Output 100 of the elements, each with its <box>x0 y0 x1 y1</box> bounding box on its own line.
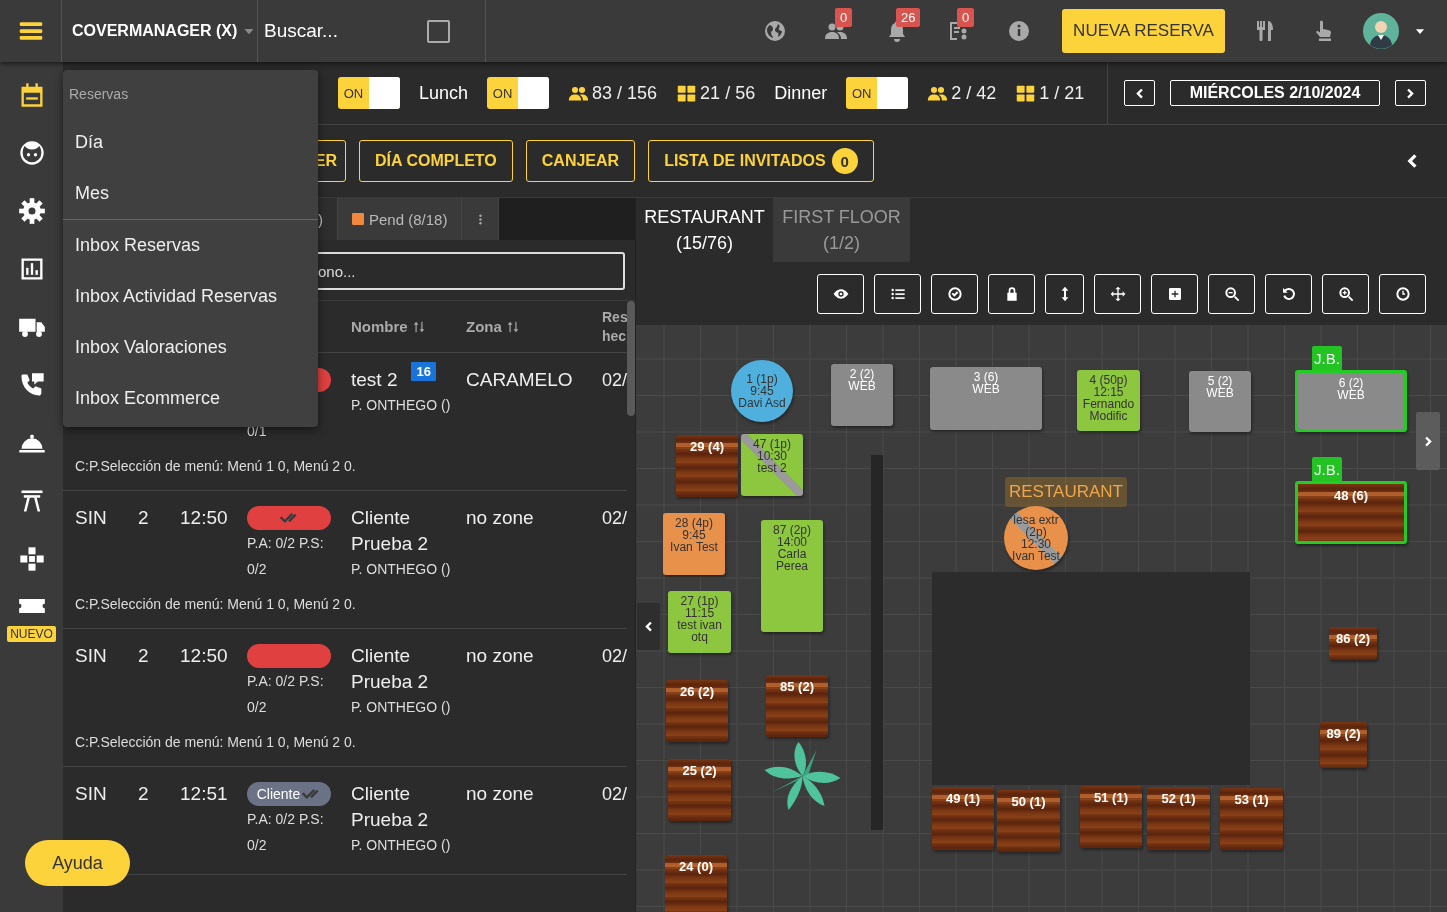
tool-button[interactable] <box>1094 273 1141 314</box>
dining-table[interactable]: 27 (1p) 11:15 test ivan otq <box>668 591 731 653</box>
service-name: Lunch <box>419 82 469 104</box>
avatar[interactable] <box>1363 13 1399 49</box>
action-button[interactable]: DÍA COMPLETO <box>359 140 513 182</box>
status-pill[interactable] <box>247 644 331 668</box>
tool-button[interactable] <box>988 273 1035 314</box>
menu-item[interactable]: Inbox Ecommerce <box>63 373 318 424</box>
dining-table[interactable]: 48 (6) <box>1295 481 1407 544</box>
new-booking-button[interactable]: NUEVA RESERVA <box>1062 9 1225 53</box>
toggle-switch[interactable]: ON <box>846 77 909 109</box>
puzzle-icon[interactable] <box>17 545 46 573</box>
table-cell-text: 2 <box>138 506 149 530</box>
table-cell-text: SIN <box>75 506 107 530</box>
menu-item[interactable]: Mes <box>63 168 318 219</box>
previous-day-button[interactable] <box>1124 80 1155 106</box>
service-name: Dinner <box>774 82 828 104</box>
collapse-button[interactable] <box>637 603 660 650</box>
date-button[interactable]: MIÉRCOLES 2/10/2024 <box>1170 80 1380 106</box>
table-cell-text: SIN <box>75 644 107 668</box>
tool-button[interactable] <box>931 273 978 314</box>
booking-note: C:P.Selección de menú: Menú 1 0, Menú 2 0. <box>74 596 357 612</box>
move-icon <box>1109 285 1126 302</box>
dining-table[interactable]: 51 (1) <box>1080 786 1142 848</box>
status-pill[interactable] <box>247 506 331 530</box>
dining-table[interactable]: 52 (1) <box>1147 787 1210 850</box>
tables-count: 21 / 56 <box>700 82 756 104</box>
new-badge: NUEVO <box>7 626 56 642</box>
restaurant-selector[interactable]: COVERMANAGER (X) <box>62 0 258 62</box>
chevron-left-icon <box>642 620 655 633</box>
customer-name[interactable]: Cliente Prueba 2 <box>351 643 466 695</box>
checkbox[interactable] <box>427 19 450 43</box>
column-header[interactable]: Zona <box>466 318 502 335</box>
table-cell-text: no zone <box>466 782 534 806</box>
expand-button[interactable] <box>1416 412 1440 470</box>
payment-status: P.A: 0/2 P.S: 0/2 <box>247 810 325 855</box>
column-header[interactable]: Nombre <box>351 318 408 335</box>
settings-icon[interactable] <box>17 197 46 225</box>
dining-table[interactable]: 29 (4) <box>676 435 738 497</box>
origin-text: P. ONTHEGO () <box>351 699 451 715</box>
menu-item[interactable]: Inbox Valoraciones <box>63 322 318 373</box>
sort-icon[interactable] <box>505 319 520 334</box>
tool-button[interactable] <box>817 273 864 314</box>
undo-icon <box>1280 285 1297 302</box>
zoom-out-icon <box>1223 285 1240 302</box>
dining-table[interactable]: 87 (2p) 14:00 Carla Perea <box>761 520 823 632</box>
zoom-in-icon <box>1337 285 1354 302</box>
action-button[interactable]: LISTA DE INVITADOS 0 <box>648 140 874 182</box>
dining-table[interactable]: 28 (4p) 9:45 Ivan Test <box>663 513 725 575</box>
globe-icon[interactable] <box>763 19 787 43</box>
customer-name[interactable]: Cliente Prueba 2 <box>351 505 466 557</box>
count-badge: 26 <box>896 8 921 27</box>
covers-count: 83 / 156 <box>592 82 658 104</box>
status-pill[interactable]: Cliente <box>247 782 331 806</box>
dining-table[interactable]: 86 (2) <box>1329 627 1377 660</box>
customer-name[interactable]: Cliente Prueba 2 <box>351 781 466 833</box>
menu-item[interactable]: Día <box>63 117 318 168</box>
scrollbar-thumb[interactable] <box>627 301 635 416</box>
face-icon[interactable] <box>17 139 46 167</box>
toggle-switch[interactable]: ON <box>487 77 550 109</box>
table-cell-text: SIN <box>75 782 107 806</box>
customer-name[interactable]: test 2 <box>351 367 398 393</box>
tab[interactable]: Pend (8/18) <box>338 198 463 240</box>
dining-table[interactable]: 49 (1) <box>932 787 994 850</box>
dining-table[interactable]: 4 (50p) 12:15 Fernando Modific <box>1077 370 1140 431</box>
tool-button[interactable] <box>1265 273 1312 314</box>
action-button[interactable]: CANJEAR <box>525 140 636 182</box>
dining-table[interactable]: 50 (1) <box>997 790 1060 852</box>
tool-button[interactable] <box>1151 273 1198 314</box>
booking-note: C:P.Selección de menú: Menú 1 0, Menú 2 0. <box>74 458 357 474</box>
dining-table[interactable]: 85 (2) <box>766 675 828 737</box>
count-badge: 0 <box>835 8 853 27</box>
tool-button[interactable] <box>1045 273 1084 314</box>
dining-table[interactable]: 25 (2) <box>668 759 731 821</box>
table-cell-text: 02/ <box>602 369 627 392</box>
table-cell-text: no zone <box>466 644 534 668</box>
dining-table[interactable]: 53 (1) <box>1220 788 1283 850</box>
search-field[interactable]: Buscar... <box>264 16 424 46</box>
zone-tab[interactable]: FIRST FLOOR (1/2) <box>773 198 910 262</box>
dining-table[interactable]: 24 (0) <box>665 855 727 912</box>
tool-button[interactable] <box>874 273 921 314</box>
tool-button[interactable] <box>1322 273 1369 314</box>
help-button[interactable]: Ayuda <box>25 840 130 886</box>
toggle-switch[interactable]: ON <box>338 77 400 109</box>
tool-button[interactable] <box>1208 273 1255 314</box>
dining-table[interactable]: 89 (2) <box>1320 722 1367 768</box>
column-header[interactable]: Res hec <box>602 307 626 346</box>
sort-icon[interactable] <box>411 319 426 334</box>
origin-text: P. ONTHEGO () <box>351 561 451 577</box>
table-cell-text: 2 <box>138 782 149 806</box>
booking-note: C:P.Selección de menú: Menú 1 0, Menú 2 0. <box>74 734 357 750</box>
count-badge: 0 <box>831 148 858 174</box>
table-cell-text: 12:50 <box>180 506 228 530</box>
dining-table[interactable]: 1 (1p) 9:45 Davi Asd <box>731 360 793 422</box>
next-day-button[interactable] <box>1395 80 1426 106</box>
table-cell-text: 02/ <box>602 507 627 530</box>
payment-status: P.A: 0/2 P.S: 0/2 <box>247 534 325 579</box>
tool-button[interactable] <box>1379 273 1426 314</box>
dining-table[interactable]: 26 (2) <box>666 680 728 742</box>
info-icon[interactable] <box>1007 19 1031 43</box>
